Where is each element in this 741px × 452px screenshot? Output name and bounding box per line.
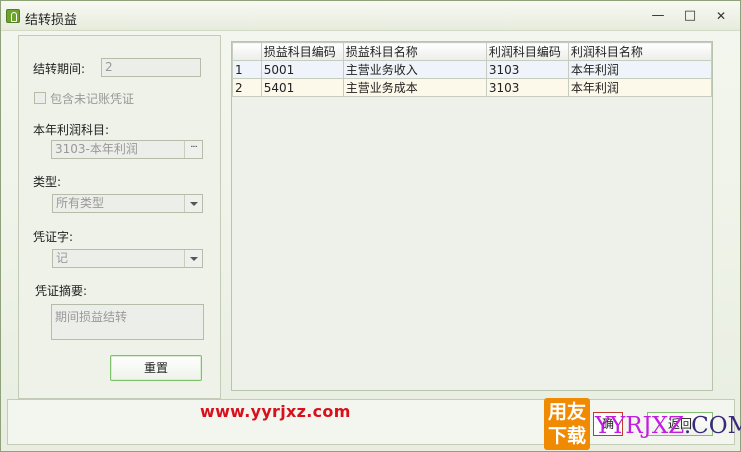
- profit-account-label: 本年利润科目:: [33, 123, 110, 137]
- title-bar: 结转损益 — □ ✕: [1, 1, 740, 31]
- account-grid: 损益科目编码 损益科目名称 利润科目编码 利润科目名称 1 5001 主营业务收…: [231, 41, 713, 391]
- column-header-profit-name[interactable]: 利润科目名称: [567, 42, 713, 61]
- chevron-down-icon[interactable]: [184, 195, 202, 212]
- table-header-row: 损益科目编码 损益科目名称 利润科目编码 利润科目名称: [232, 42, 713, 61]
- pl-account-name[interactable]: 主营业务成本: [342, 78, 487, 97]
- reset-button[interactable]: 重置: [110, 355, 202, 381]
- minimize-button[interactable]: —: [649, 8, 667, 24]
- table-row[interactable]: 2 5401 主营业务成本 3103 本年利润: [232, 78, 713, 97]
- summary-textarea[interactable]: 期间损益结转: [51, 304, 204, 340]
- watermark-url: www.yyrjxz.com: [200, 402, 351, 421]
- voucher-word-label: 凭证字:: [33, 230, 74, 244]
- column-header-profit-code[interactable]: 利润科目编码: [485, 42, 569, 61]
- maximize-button[interactable]: □: [681, 8, 699, 24]
- profit-account-name[interactable]: 本年利润: [567, 60, 713, 79]
- summary-label: 凭证摘要:: [35, 284, 88, 298]
- row-index: 1: [232, 60, 262, 79]
- type-select[interactable]: 所有类型: [52, 194, 203, 213]
- window-title: 结转损益: [25, 13, 78, 28]
- watermark-brand-b: .COM: [683, 413, 741, 439]
- dialog-window: 结转损益 — □ ✕ 结转期间: 2 包含未记账凭证 本年利润科目: 3103-…: [0, 0, 741, 452]
- include-unposted-checkbox[interactable]: [34, 92, 46, 104]
- period-label: 结转期间:: [33, 62, 86, 76]
- profit-account-name[interactable]: 本年利润: [567, 78, 713, 97]
- column-header-index[interactable]: [232, 42, 262, 61]
- period-input[interactable]: 2: [101, 58, 201, 77]
- watermark-brand-a: YYRJXZ: [595, 413, 684, 439]
- type-select-value: 所有类型: [56, 196, 105, 210]
- browse-button[interactable]: ···: [184, 141, 202, 158]
- pl-account-name[interactable]: 主营业务收入: [342, 60, 487, 79]
- voucher-word-select[interactable]: 记: [52, 249, 203, 268]
- money-bag-icon: [6, 9, 20, 23]
- profit-account-code[interactable]: 3103: [485, 60, 569, 79]
- row-index: 2: [232, 78, 262, 97]
- logo-line-2: 下载: [547, 425, 586, 447]
- table-row[interactable]: 1 5001 主营业务收入 3103 本年利润: [232, 60, 713, 79]
- account-table: 损益科目编码 损益科目名称 利润科目编码 利润科目名称 1 5001 主营业务收…: [232, 42, 713, 97]
- yonyou-download-logo: 用友 下载: [544, 398, 590, 450]
- chevron-down-icon[interactable]: [184, 250, 202, 267]
- profit-account-value: 3103-本年利润: [55, 142, 138, 156]
- type-label: 类型:: [33, 175, 62, 189]
- profit-account-field[interactable]: 3103-本年利润 ···: [51, 140, 203, 159]
- watermark-brand: YYRJXZ.COM: [595, 412, 741, 440]
- pl-account-code[interactable]: 5401: [260, 78, 344, 97]
- include-unposted-label: 包含未记账凭证: [50, 92, 135, 106]
- voucher-word-value: 记: [56, 251, 69, 265]
- close-button[interactable]: ✕: [712, 8, 730, 24]
- settings-panel: 结转期间: 2 包含未记账凭证 本年利润科目: 3103-本年利润 ··· 类型…: [18, 35, 221, 399]
- logo-line-1: 用友: [547, 401, 586, 423]
- pl-account-code[interactable]: 5001: [260, 60, 344, 79]
- column-header-pl-code[interactable]: 损益科目编码: [260, 42, 344, 61]
- profit-account-code[interactable]: 3103: [485, 78, 569, 97]
- column-header-pl-name[interactable]: 损益科目名称: [342, 42, 487, 61]
